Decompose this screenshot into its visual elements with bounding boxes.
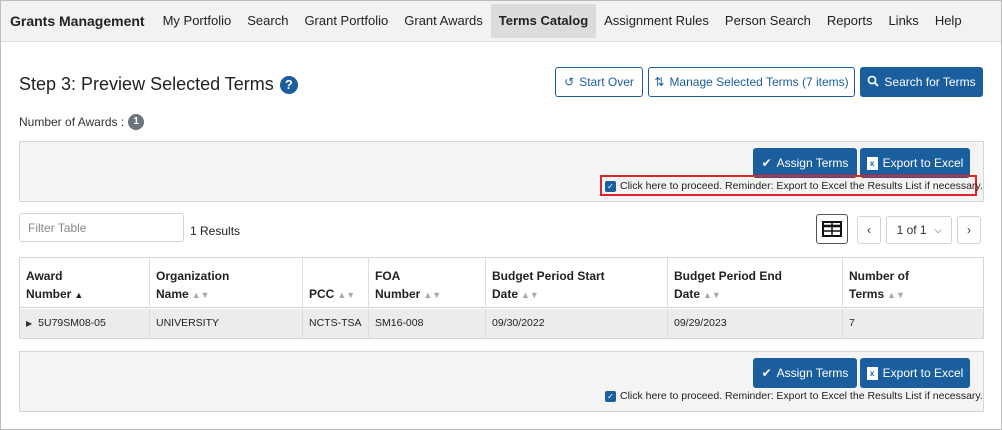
awards-label: Number of Awards : bbox=[19, 115, 125, 129]
cell-budget-start: 09/30/2022 bbox=[486, 309, 668, 338]
filter-table-input[interactable] bbox=[19, 213, 184, 242]
search-terms-label: Search for Terms bbox=[884, 75, 976, 89]
page-select[interactable]: 1 of 1 ⌵ bbox=[886, 216, 952, 244]
table-row[interactable]: ▶ 5U79SM08-05 UNIVERSITY NCTS-TSA SM16-00… bbox=[20, 309, 983, 338]
nav-links[interactable]: Links bbox=[880, 4, 926, 38]
checked-checkbox-icon[interactable]: ✓ bbox=[605, 390, 616, 402]
cell-award-number[interactable]: ▶ 5U79SM08-05 bbox=[20, 309, 150, 338]
col-budget-end-line2: Date bbox=[674, 287, 701, 301]
awards-count-row: Number of Awards : 1 bbox=[19, 114, 145, 130]
proceed-label: Click here to proceed. Reminder: Export … bbox=[620, 180, 983, 192]
excel-file-icon: x bbox=[866, 366, 878, 380]
nav-search[interactable]: Search bbox=[239, 4, 296, 38]
col-pcc-line1 bbox=[309, 267, 362, 285]
sort-icon: ▲▼ bbox=[703, 290, 721, 300]
grid-view-toggle[interactable] bbox=[816, 214, 848, 244]
cell-pcc: NCTS-TSA bbox=[303, 309, 369, 338]
col-budget-start-line1: Budget Period Start bbox=[492, 269, 605, 283]
assign-terms-button-bottom[interactable]: ✔ Assign Terms bbox=[753, 358, 857, 388]
col-pcc[interactable]: PCC ▲▼ bbox=[303, 258, 369, 308]
col-budget-start[interactable]: Budget Period Start Date ▲▼ bbox=[486, 258, 668, 308]
sort-icon: ▲▼ bbox=[423, 290, 442, 300]
col-terms-line2: Terms bbox=[849, 287, 885, 301]
award-number-value: 5U79SM08-05 bbox=[38, 317, 106, 329]
results-count: 1 Results bbox=[190, 224, 241, 238]
page-select-value: 1 of 1 bbox=[896, 223, 927, 237]
awards-count-badge: 1 bbox=[128, 114, 145, 130]
proceed-label: Click here to proceed. Reminder: Export … bbox=[620, 390, 983, 402]
start-over-button[interactable]: ↺ Start Over bbox=[555, 67, 643, 97]
page-title-row: Step 3: Preview Selected Terms ? bbox=[19, 74, 298, 95]
chevron-right-icon: › bbox=[967, 223, 971, 237]
pager-prev-button[interactable]: ‹ bbox=[857, 216, 881, 244]
nav-my-portfolio[interactable]: My Portfolio bbox=[155, 4, 240, 38]
col-foa-line1: FOA bbox=[375, 269, 401, 283]
cell-organization: UNIVERSITY bbox=[150, 309, 303, 338]
excel-file-icon: x bbox=[866, 156, 878, 170]
nav-grant-awards[interactable]: Grant Awards bbox=[396, 4, 491, 38]
brand-title[interactable]: Grants Management bbox=[10, 13, 145, 29]
assign-terms-button-top[interactable]: ✔ Assign Terms bbox=[753, 148, 857, 178]
col-budget-end[interactable]: Budget Period End Date ▲▼ bbox=[668, 258, 843, 308]
caret-right-icon[interactable]: ▶ bbox=[26, 319, 32, 328]
chevron-down-icon: ⌵ bbox=[934, 224, 942, 235]
search-icon bbox=[867, 75, 880, 90]
page-title: Step 3: Preview Selected Terms bbox=[19, 74, 274, 94]
proceed-checkbox-bottom[interactable]: ✓ Click here to proceed. Reminder: Expor… bbox=[605, 390, 983, 402]
col-award-number[interactable]: Award Number ▲ bbox=[20, 258, 150, 308]
table-header: Award Number ▲ Organization Name ▲▼ PCC ▲▼ … bbox=[20, 258, 983, 308]
results-table: Award Number ▲ Organization Name ▲▼ PCC ▲▼ … bbox=[19, 257, 984, 339]
nav-grant-portfolio[interactable]: Grant Portfolio bbox=[296, 4, 396, 38]
sort-icon: ▲▼ bbox=[521, 290, 539, 300]
checked-checkbox-icon[interactable]: ✓ bbox=[605, 180, 616, 192]
check-icon: ✔ bbox=[761, 366, 772, 380]
nav-person-search[interactable]: Person Search bbox=[717, 4, 819, 38]
nav-help[interactable]: Help bbox=[927, 4, 970, 38]
cell-number-of-terms: 7 bbox=[849, 317, 855, 329]
proceed-checkbox-top[interactable]: ✓ Click here to proceed. Reminder: Expor… bbox=[605, 180, 983, 192]
check-icon: ✔ bbox=[761, 156, 772, 170]
chevron-left-icon: ‹ bbox=[867, 223, 871, 237]
table-grid-icon bbox=[822, 221, 842, 237]
assign-terms-label: Assign Terms bbox=[776, 156, 849, 170]
col-organization-line2: Name bbox=[156, 287, 189, 301]
pager-next-button[interactable]: › bbox=[957, 216, 981, 244]
col-budget-end-line1: Budget Period End bbox=[674, 269, 782, 283]
col-foa-line2: Number bbox=[375, 287, 421, 301]
help-icon[interactable]: ? bbox=[279, 75, 298, 94]
col-budget-start-line2: Date bbox=[492, 287, 519, 301]
sort-icon: ▲▼ bbox=[887, 290, 905, 300]
sort-icon: ▲▼ bbox=[337, 290, 356, 300]
sort-list-icon: ⇅ bbox=[654, 75, 665, 89]
top-navbar: Grants Management My Portfolio Search Gr… bbox=[1, 1, 1001, 42]
cell-foa-number: SM16-008 bbox=[369, 309, 486, 338]
col-foa-number[interactable]: FOA Number ▲▼ bbox=[369, 258, 486, 308]
col-organization-name[interactable]: Organization Name ▲▼ bbox=[150, 258, 303, 308]
col-award-number-line2: Number bbox=[26, 287, 72, 301]
start-over-label: Start Over bbox=[579, 75, 634, 89]
cell-budget-end: 09/29/2023 bbox=[668, 309, 843, 338]
export-excel-button-top[interactable]: x Export to Excel bbox=[860, 148, 970, 178]
undo-icon: ↺ bbox=[564, 75, 575, 89]
manage-terms-label: Manage Selected Terms (7 items) bbox=[669, 75, 849, 89]
col-organization-line1: Organization bbox=[156, 269, 230, 283]
export-excel-label: Export to Excel bbox=[882, 156, 964, 170]
col-terms-line1: Number of bbox=[849, 269, 909, 283]
search-terms-button[interactable]: Search for Terms bbox=[860, 67, 983, 97]
nav-terms-catalog[interactable]: Terms Catalog bbox=[490, 4, 597, 38]
export-excel-label: Export to Excel bbox=[882, 366, 964, 380]
nav-assignment-rules[interactable]: Assignment Rules bbox=[596, 4, 717, 38]
col-number-of-terms[interactable]: Number of Terms ▲▼ bbox=[843, 258, 983, 308]
export-excel-button-bottom[interactable]: x Export to Excel bbox=[860, 358, 970, 388]
col-pcc-line2: PCC bbox=[309, 287, 335, 301]
sort-icon: ▲▼ bbox=[191, 290, 210, 300]
assign-terms-label: Assign Terms bbox=[776, 366, 849, 380]
sort-asc-icon: ▲ bbox=[74, 290, 84, 300]
nav-reports[interactable]: Reports bbox=[819, 4, 881, 38]
col-award-number-line1: Award bbox=[26, 269, 63, 283]
manage-terms-button[interactable]: ⇅ Manage Selected Terms (7 items) bbox=[648, 67, 855, 97]
